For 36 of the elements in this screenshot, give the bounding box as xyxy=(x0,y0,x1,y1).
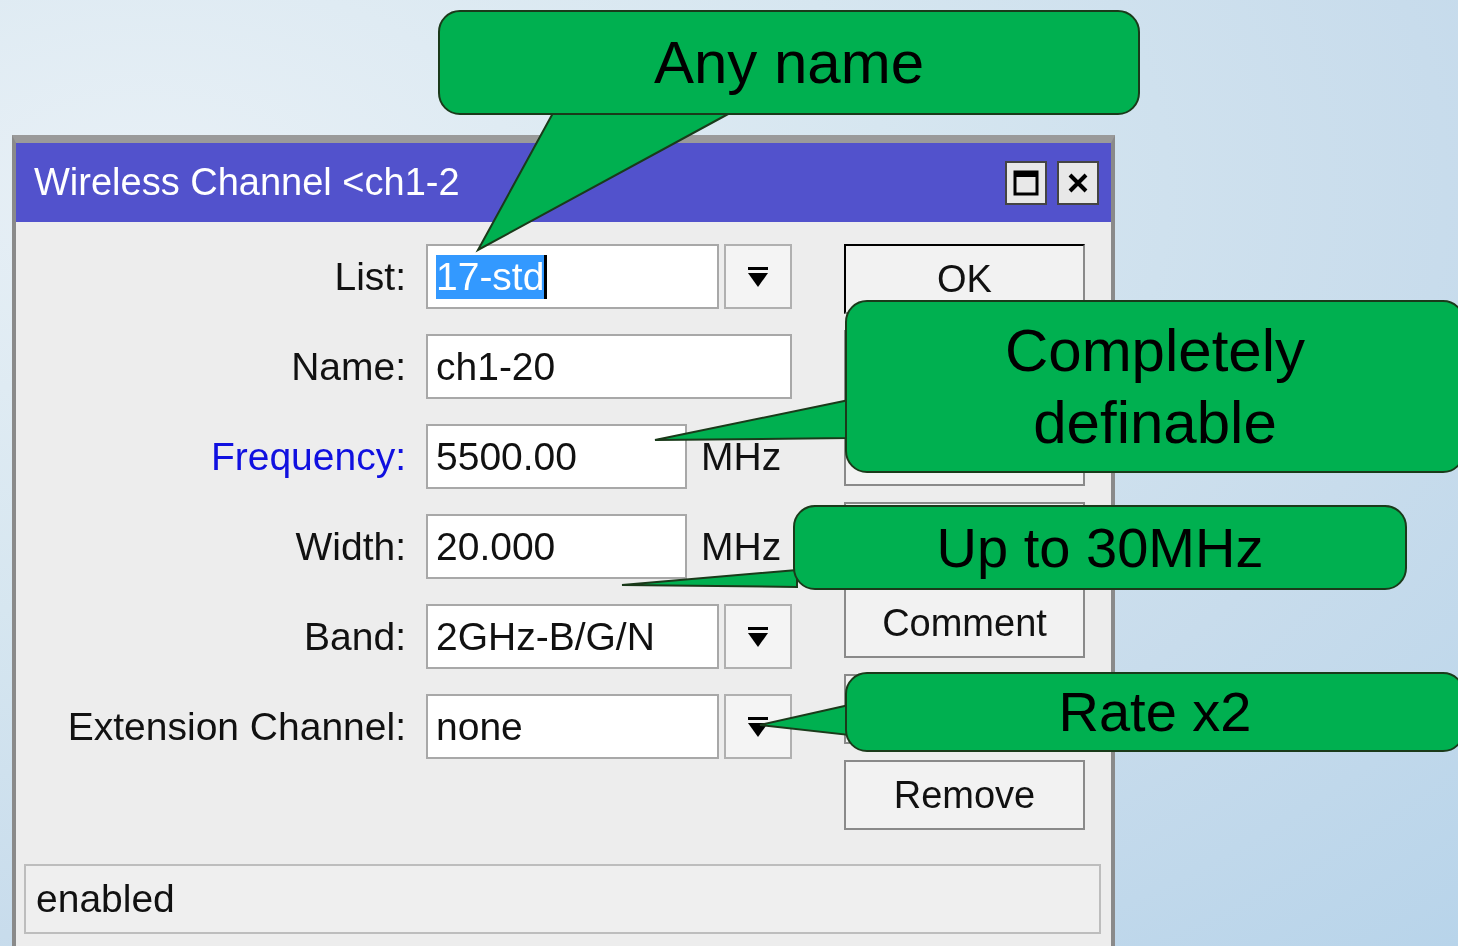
field-value: none xyxy=(436,704,523,749)
dropdown-button[interactable] xyxy=(724,604,792,669)
close-icon xyxy=(1067,171,1089,194)
dropdown-field[interactable]: none xyxy=(426,694,719,759)
dropdown-field[interactable]: 2GHz-B/G/N xyxy=(426,604,719,669)
field-link[interactable]: Frequency: xyxy=(16,434,426,479)
field-label: Name: xyxy=(290,344,407,389)
number-field[interactable]: 20.000 xyxy=(426,514,687,579)
status-bar: enabled xyxy=(24,864,1101,934)
dropdown-arrow-icon xyxy=(746,264,770,289)
callout-tooltip: Rate x2 xyxy=(845,672,1458,752)
maximize-icon xyxy=(1013,169,1039,196)
dropdown-arrow-icon xyxy=(746,714,770,739)
dialog-button[interactable]: Remove xyxy=(844,760,1085,830)
field-value: 17-std xyxy=(436,254,548,299)
field-value: 5500.00 xyxy=(436,434,577,479)
text-field[interactable]: ch1-20 xyxy=(426,334,792,399)
number-field[interactable]: 5500.00 xyxy=(426,424,687,489)
field-label: Band: xyxy=(303,614,407,659)
callout-tooltip: Completely definable xyxy=(845,300,1458,473)
field-label: List: xyxy=(333,254,407,299)
unit-label: MHz xyxy=(701,434,782,479)
field-label: Extension Channel: xyxy=(66,704,407,749)
field-value: ch1-20 xyxy=(436,344,556,389)
field-value: 20.000 xyxy=(436,524,556,569)
unit-label: MHz xyxy=(701,524,782,569)
window-title: Wireless Channel <ch1-2 xyxy=(34,161,461,204)
maximize-button[interactable] xyxy=(1005,160,1047,205)
dialog-button[interactable]: Comment xyxy=(844,588,1085,658)
dropdown-button[interactable] xyxy=(724,694,792,759)
field-label: Width: xyxy=(294,524,407,569)
field-value: 2GHz-B/G/N xyxy=(436,614,655,659)
dropdown-arrow-icon xyxy=(746,624,770,649)
close-button[interactable] xyxy=(1057,160,1099,205)
dropdown-button[interactable] xyxy=(724,244,792,309)
callout-tooltip: Up to 30MHz xyxy=(793,505,1407,590)
